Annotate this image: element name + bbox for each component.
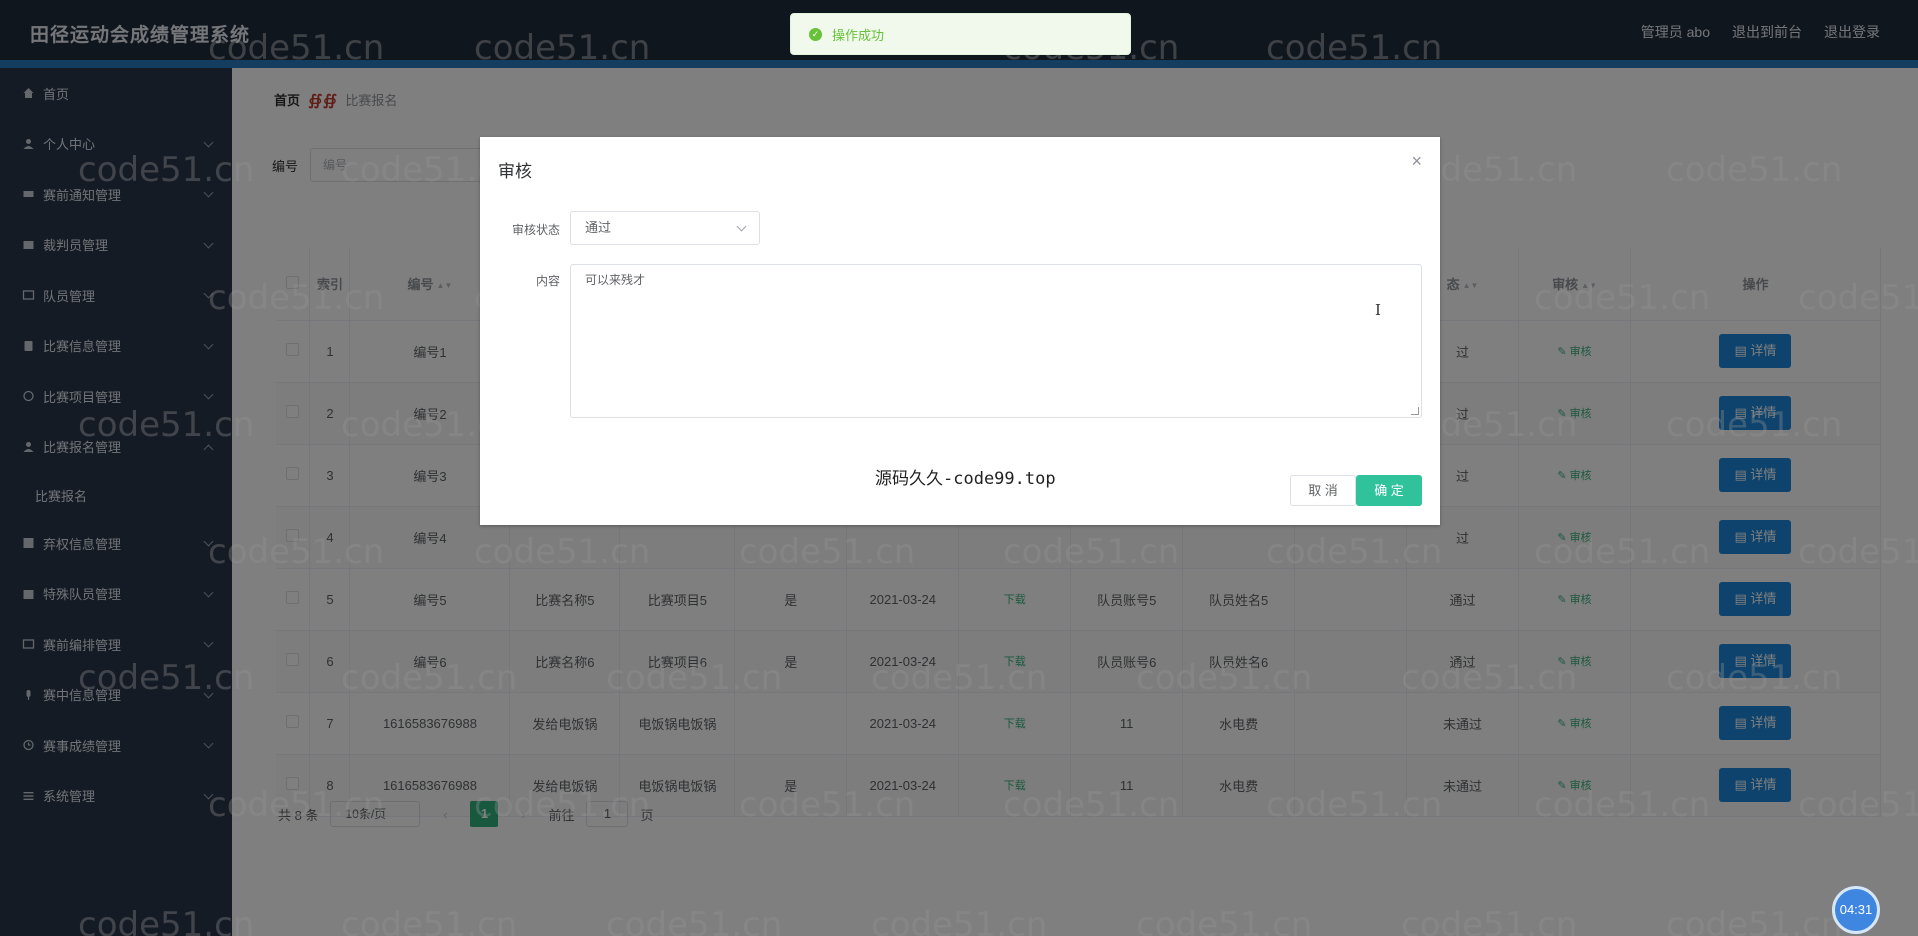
dialog-title: 审核 bbox=[498, 162, 532, 181]
confirm-button[interactable]: 确 定 bbox=[1356, 475, 1422, 506]
timer-badge[interactable]: 04:31 bbox=[1832, 886, 1880, 934]
close-icon[interactable]: × bbox=[1411, 151, 1422, 172]
check-circle-icon: ✓ bbox=[809, 27, 822, 41]
success-toast: ✓ 操作成功 bbox=[790, 13, 1131, 55]
resize-handle[interactable] bbox=[1411, 407, 1419, 415]
promo-text: 源码久久-code99.top bbox=[875, 469, 1056, 489]
content-textarea[interactable]: 可以来残才 bbox=[570, 264, 1422, 418]
cancel-button[interactable]: 取 消 bbox=[1290, 475, 1356, 506]
text-cursor-icon: I bbox=[1375, 301, 1381, 319]
audit-status-value: 通过 bbox=[585, 220, 612, 235]
audit-status-label: 审核状态 bbox=[511, 223, 560, 237]
audit-status-select[interactable]: 通过 bbox=[570, 211, 760, 245]
content-label: 内容 bbox=[535, 274, 560, 288]
audit-dialog: 审核 × 审核状态 通过 内容 可以来残才 I 源码久久-code99.top … bbox=[480, 137, 1440, 525]
content-text: 可以来残才 bbox=[585, 273, 646, 287]
toast-message: 操作成功 bbox=[832, 27, 885, 43]
chevron-down-icon bbox=[736, 221, 747, 232]
